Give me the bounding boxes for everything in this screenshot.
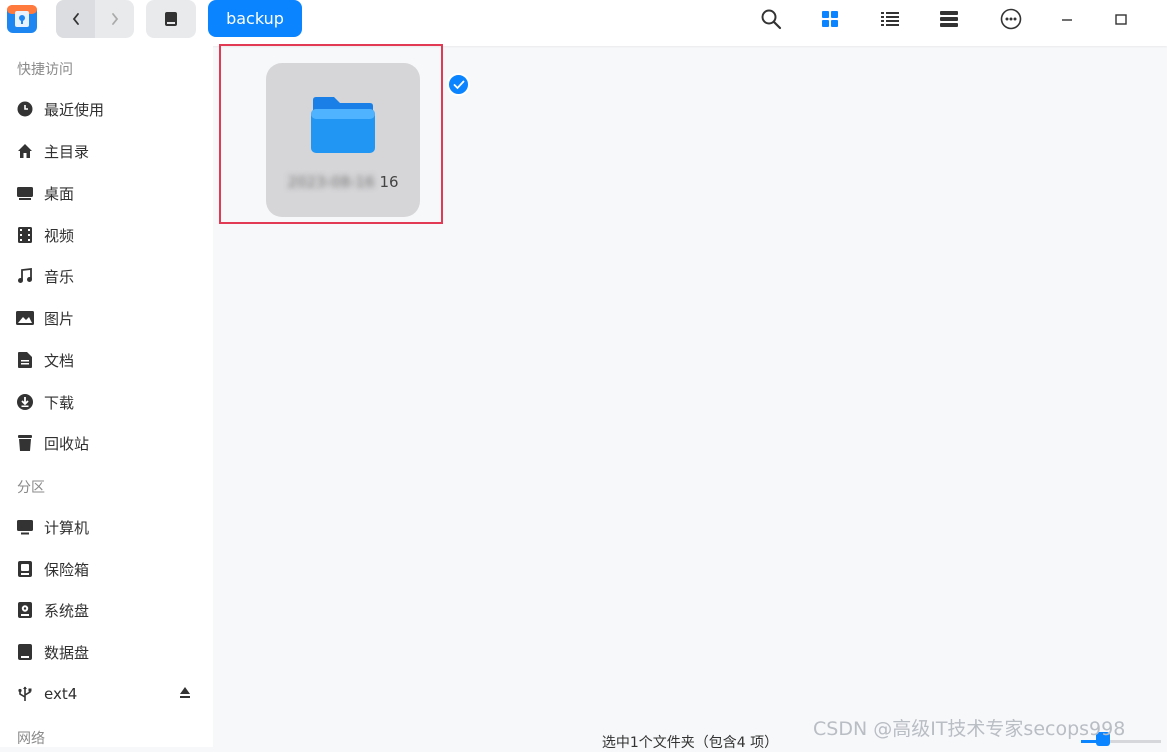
watermark: CSDN @高级IT技术专家secops998 bbox=[813, 718, 1126, 740]
sidebar-item-home[interactable]: 主目录 bbox=[0, 133, 213, 169]
sidebar-item-pictures[interactable]: 图片 bbox=[0, 300, 213, 336]
sidebar-item-label: 回收站 bbox=[44, 434, 90, 453]
data-disk-icon bbox=[16, 643, 34, 661]
sidebar-item-label: 下载 bbox=[44, 393, 75, 412]
sidebar-item-label: 数据盘 bbox=[44, 643, 90, 662]
sidebar-item-label: 图片 bbox=[44, 309, 75, 328]
tree-view-icon bbox=[940, 11, 958, 27]
disk-button[interactable] bbox=[146, 0, 196, 38]
usb-icon bbox=[16, 685, 34, 703]
checkmark-icon bbox=[447, 73, 470, 96]
tree-view-button[interactable] bbox=[935, 6, 963, 32]
desktop-icon bbox=[16, 184, 34, 202]
selection-highlight-frame: 2023-08-16 16 bbox=[219, 44, 470, 224]
sidebar-item-label: ext4 bbox=[44, 685, 78, 703]
disk-icon bbox=[165, 12, 177, 26]
more-button[interactable] bbox=[997, 6, 1025, 32]
computer-icon bbox=[16, 518, 34, 536]
sidebar-item-label: 桌面 bbox=[44, 184, 75, 203]
folder-icon bbox=[311, 97, 375, 153]
minimize-button[interactable] bbox=[1053, 6, 1081, 32]
sidebar-item-label: 保险箱 bbox=[44, 560, 90, 579]
search-icon bbox=[761, 9, 782, 30]
sidebar-item-desktop[interactable]: 桌面 bbox=[0, 175, 213, 211]
video-icon bbox=[16, 226, 34, 244]
trash-icon bbox=[16, 434, 34, 452]
sidebar-item-videos[interactable]: 视频 bbox=[0, 217, 213, 253]
maximize-icon bbox=[1115, 14, 1127, 25]
sidebar: 快捷访问 最近使用 主目录 桌面 视频 音乐 图片 文档 下载 回收站 分区 计… bbox=[0, 46, 213, 747]
more-icon bbox=[1000, 8, 1022, 30]
sidebar-item-system-disk[interactable]: 系统盘 bbox=[0, 592, 213, 628]
folder-name-visible: 16 bbox=[379, 173, 399, 191]
home-icon bbox=[16, 142, 34, 160]
section-title-network: 网络 bbox=[17, 731, 45, 747]
file-view: 2023-08-16 16 选中1个文件夹（包含4 项） CSDN @高级IT技… bbox=[213, 44, 1167, 751]
sidebar-item-ext4[interactable]: ext4 bbox=[0, 676, 213, 712]
sidebar-item-music[interactable]: 音乐 bbox=[0, 258, 213, 294]
vault-icon bbox=[16, 560, 34, 578]
section-title-partitions: 分区 bbox=[17, 480, 45, 496]
list-view-button[interactable] bbox=[876, 6, 904, 32]
sidebar-item-vault[interactable]: 保险箱 bbox=[0, 551, 213, 587]
document-icon bbox=[16, 351, 34, 369]
back-button[interactable] bbox=[56, 0, 95, 38]
maximize-button[interactable] bbox=[1107, 6, 1135, 32]
folder-name: 2023-08-16 16 bbox=[266, 171, 420, 193]
forward-button[interactable] bbox=[95, 0, 134, 38]
sidebar-item-label: 音乐 bbox=[44, 267, 75, 286]
navigation-group bbox=[56, 0, 134, 38]
app-icon bbox=[7, 5, 37, 33]
sidebar-item-label: 系统盘 bbox=[44, 601, 90, 620]
music-icon bbox=[16, 267, 34, 285]
breadcrumb-backup[interactable]: backup bbox=[208, 0, 302, 37]
system-disk-icon bbox=[16, 601, 34, 619]
folder-name-blurred: 2023-08-16 bbox=[287, 173, 375, 191]
download-icon bbox=[16, 393, 34, 411]
search-button[interactable] bbox=[757, 6, 785, 32]
sidebar-item-label: 主目录 bbox=[44, 142, 90, 161]
back-icon bbox=[72, 13, 79, 25]
sidebar-item-label: 最近使用 bbox=[44, 100, 105, 119]
clock-icon bbox=[16, 100, 34, 118]
minimize-icon bbox=[1062, 19, 1072, 21]
toolbar: backup bbox=[0, 0, 1167, 46]
sidebar-item-label: 文档 bbox=[44, 351, 75, 370]
folder-item[interactable]: 2023-08-16 16 bbox=[266, 63, 470, 217]
eject-icon[interactable] bbox=[179, 686, 191, 700]
picture-icon bbox=[16, 309, 34, 327]
sidebar-item-trash[interactable]: 回收站 bbox=[0, 425, 213, 461]
sidebar-item-downloads[interactable]: 下载 bbox=[0, 384, 213, 420]
sidebar-item-label: 计算机 bbox=[44, 518, 90, 537]
sidebar-item-documents[interactable]: 文档 bbox=[0, 342, 213, 378]
section-title-quick-access: 快捷访问 bbox=[17, 62, 73, 78]
sidebar-item-computer[interactable]: 计算机 bbox=[0, 509, 213, 545]
sidebar-item-data-disk[interactable]: 数据盘 bbox=[0, 634, 213, 670]
forward-icon bbox=[111, 13, 118, 25]
icon-view-button[interactable] bbox=[816, 6, 844, 32]
icon-view-icon bbox=[822, 11, 838, 27]
sidebar-item-label: 视频 bbox=[44, 226, 75, 245]
list-view-icon bbox=[881, 12, 899, 26]
sidebar-item-recent[interactable]: 最近使用 bbox=[0, 91, 213, 127]
